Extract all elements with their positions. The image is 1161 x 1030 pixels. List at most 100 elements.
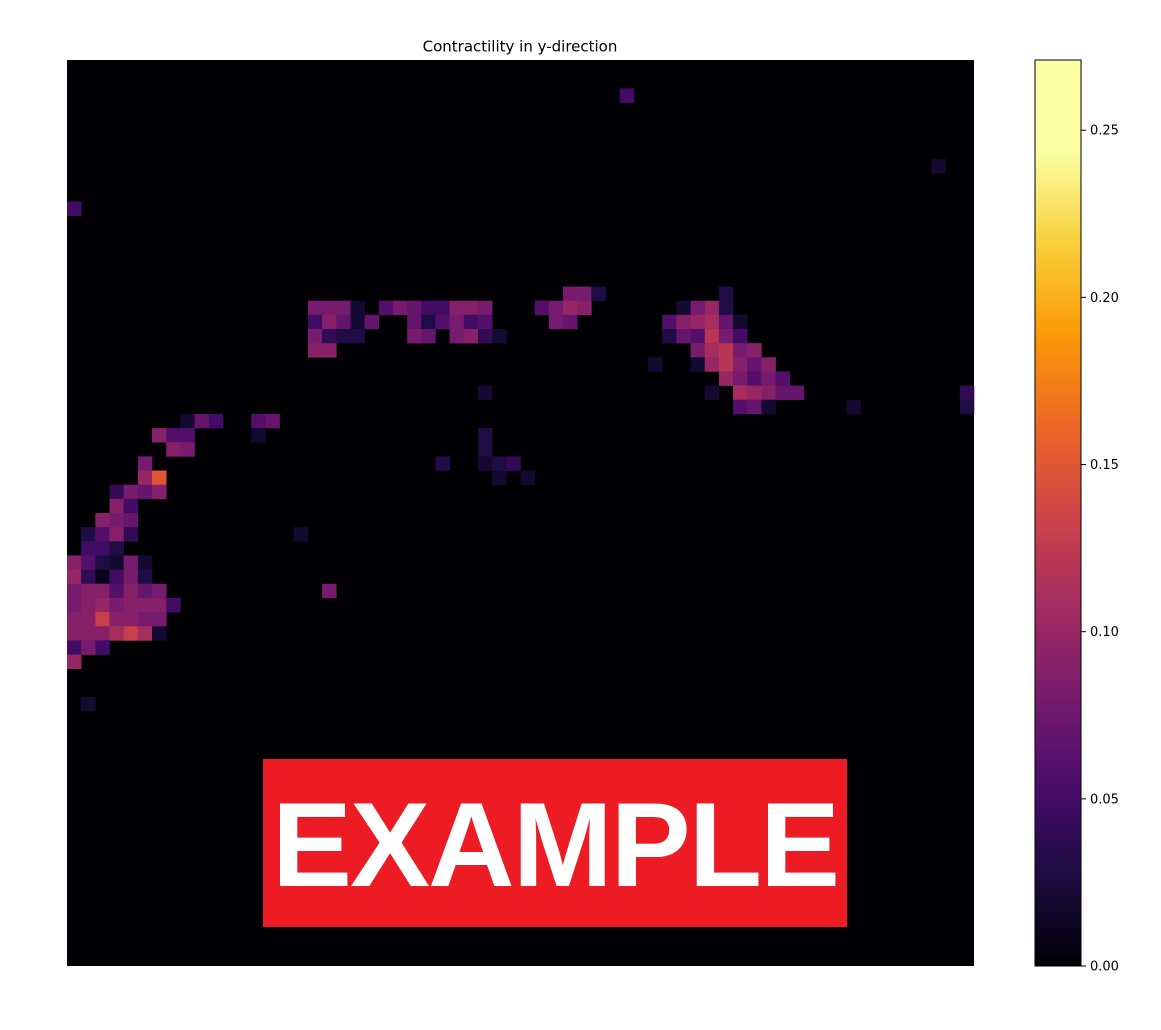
heatmap-cell	[690, 300, 706, 316]
heatmap-cell	[421, 314, 436, 330]
heatmap-cell	[690, 328, 706, 344]
heatmap-cell	[378, 300, 394, 316]
heatmap-cell	[67, 569, 82, 585]
heatmap-cell	[690, 357, 706, 372]
heatmap-cell	[137, 456, 153, 471]
heatmap-cell	[761, 357, 776, 372]
heatmap-cell	[152, 626, 167, 641]
heatmap-cell	[137, 626, 153, 641]
heatmap-cell	[704, 357, 720, 372]
heatmap-cell	[137, 484, 153, 500]
heatmap-cell	[733, 371, 748, 386]
heatmap-cell	[322, 583, 337, 599]
heatmap-cell	[137, 597, 153, 613]
heatmap-cell	[775, 371, 791, 386]
heatmap-cell	[123, 569, 139, 585]
heatmap-cell	[208, 413, 224, 429]
heatmap-cell	[251, 428, 266, 443]
heatmap-cell	[137, 612, 153, 627]
heatmap-cell	[152, 470, 167, 485]
heatmap-cell	[166, 442, 181, 457]
heatmap-cell	[152, 484, 167, 500]
heatmap-cell	[180, 428, 195, 443]
heatmap-cell	[676, 300, 691, 316]
heatmap-cell	[95, 513, 110, 528]
heatmap-cell	[293, 527, 309, 542]
heatmap-cell	[123, 583, 139, 599]
heatmap-cell	[109, 541, 124, 556]
heatmap-cell	[251, 413, 266, 429]
heatmap-cell	[449, 300, 465, 316]
heatmap-cell	[123, 484, 139, 500]
heatmap-cell	[350, 328, 365, 344]
heatmap-cell	[463, 328, 479, 344]
heatmap-cell	[95, 640, 110, 655]
heatmap-cell	[648, 357, 663, 372]
heatmap-cell	[563, 314, 578, 330]
heatmap-cell	[718, 357, 734, 372]
heatmap-cell	[81, 612, 96, 627]
heatmap-cell	[761, 399, 776, 415]
heatmap-cell	[435, 314, 450, 330]
heatmap-cell	[336, 300, 351, 316]
heatmap-cell	[959, 399, 975, 415]
heatmap-cell	[137, 583, 153, 599]
heatmap-cell	[718, 343, 734, 358]
heatmap-cell	[733, 399, 748, 415]
heatmap-cell	[747, 371, 762, 386]
heatmap-cell	[761, 385, 776, 401]
heatmap-cell	[747, 385, 762, 401]
heatmap-cell	[492, 470, 507, 485]
heatmap-cell	[109, 555, 124, 570]
heatmap-cell	[81, 597, 96, 613]
heatmap-cell	[563, 286, 578, 301]
heatmap-cell	[407, 328, 422, 344]
heatmap-cell	[477, 300, 493, 316]
heatmap-cell	[662, 328, 677, 344]
heatmap-cell	[95, 555, 110, 570]
heatmap-cell	[733, 357, 748, 372]
heatmap-cell	[109, 484, 124, 500]
heatmap-cell	[307, 328, 323, 344]
heatmap-cell	[123, 626, 139, 641]
chart-title: Contractility in y-direction	[423, 38, 618, 56]
heatmap-cell	[123, 527, 139, 542]
heatmap-cell	[421, 300, 436, 316]
heatmap-cell	[463, 314, 479, 330]
heatmap-cell	[548, 314, 564, 330]
heatmap-cell	[180, 413, 195, 429]
heatmap-cell	[123, 498, 139, 514]
colorbar-tick-label: 0.00	[1090, 960, 1119, 975]
heatmap-cell	[704, 385, 720, 401]
heatmap-cell	[407, 300, 422, 316]
heatmap-cell	[109, 612, 124, 627]
heatmap-cell	[67, 640, 82, 655]
heatmap-cell	[676, 314, 691, 330]
heatmap-cell	[81, 697, 96, 712]
heatmap-cell	[109, 569, 124, 585]
colorbar	[1034, 59, 1082, 967]
heatmap-cell	[81, 640, 96, 655]
heatmap-cell	[775, 385, 791, 401]
heatmap-cell	[477, 328, 493, 344]
heatmap-cell	[718, 371, 734, 386]
heatmap-cell	[477, 442, 493, 457]
heatmap-cell	[307, 343, 323, 358]
heatmap-cell	[307, 300, 323, 316]
colorbar-tick-label: 0.05	[1090, 792, 1119, 807]
heatmap-cell	[477, 314, 493, 330]
heatmap-cell	[548, 300, 564, 316]
heatmap-cell	[931, 159, 946, 174]
heatmap-cell	[95, 583, 110, 599]
colorbar-tick-label: 0.10	[1090, 625, 1119, 640]
heatmap-cell	[704, 314, 720, 330]
heatmap-cell	[747, 357, 762, 372]
heatmap-cell	[81, 569, 96, 585]
heatmap-cell	[492, 328, 507, 344]
heatmap-cell	[421, 328, 436, 344]
heatmap-cell	[194, 413, 210, 429]
heatmap-cell	[718, 286, 734, 301]
colorbar-ticks: 0.00 0.05 0.10 0.15 0.20 0.25	[1081, 124, 1119, 975]
heatmap-cell	[95, 612, 110, 627]
heatmap-cell	[364, 314, 380, 330]
